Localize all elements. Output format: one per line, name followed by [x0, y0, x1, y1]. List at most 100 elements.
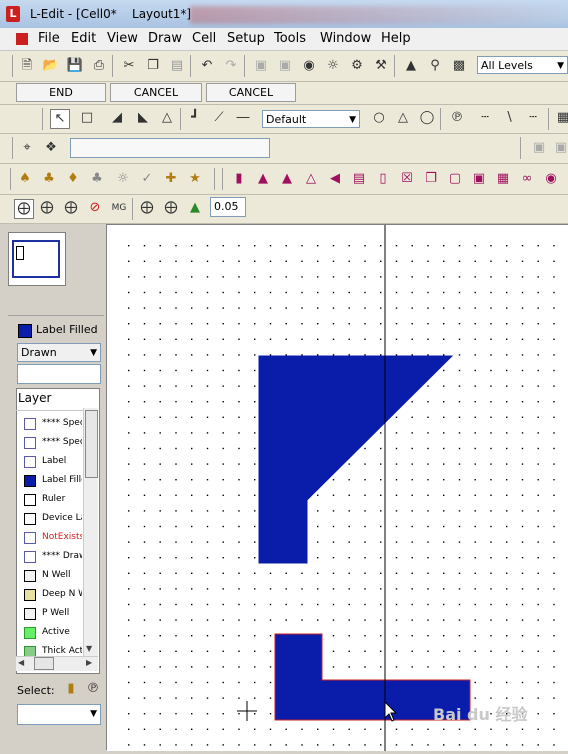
ruler-icon[interactable]: ┄ [476, 109, 494, 127]
polygon-tool-icon[interactable]: ◢ [108, 109, 126, 127]
layer-name[interactable]: Active [42, 627, 82, 637]
menu-draw[interactable]: Draw [148, 31, 182, 46]
menu-view[interactable]: View [107, 31, 138, 46]
eye-icon[interactable]: ◉ [542, 170, 560, 188]
cancel-button-2[interactable]: CANCEL [206, 83, 296, 102]
network-icon[interactable]: ▦ [494, 170, 512, 188]
box2-icon[interactable]: ▣ [276, 57, 294, 75]
boolean2-icon[interactable]: ▣ [552, 139, 568, 157]
redo-icon[interactable]: ↷ [222, 57, 240, 75]
layer-icon[interactable]: ▮ [230, 170, 248, 188]
split-icon[interactable]: ▯ [374, 170, 392, 188]
select-arrow-icon[interactable]: ↖ [50, 109, 70, 129]
menu-edit[interactable]: Edit [71, 31, 96, 46]
layers-icon[interactable]: ▩ [450, 57, 468, 75]
scroll-right-icon[interactable]: ▶ [86, 658, 92, 667]
layer-name[interactable]: Label [42, 456, 82, 466]
align-icon[interactable]: ✚ [162, 170, 180, 188]
find-icon[interactable]: ☼ [324, 57, 342, 75]
flip-icon[interactable]: ▲ [278, 170, 296, 188]
elephant-icon[interactable]: ♣ [88, 170, 106, 188]
scroll-left-icon[interactable]: ◀ [18, 658, 24, 667]
layer-list-hscroll-thumb[interactable] [34, 657, 54, 670]
layer-name[interactable]: Ruler [42, 494, 82, 504]
style-select[interactable]: Default ▼ [262, 110, 360, 128]
canvas-svg[interactable]: Bai du 经验 [107, 225, 568, 751]
layout-canvas[interactable]: Bai du 经验 [107, 224, 568, 751]
ruler-ticks-icon[interactable]: ┄ [524, 109, 542, 127]
box-tool-icon[interactable]: □ [78, 109, 96, 127]
diagonal-wire-icon[interactable]: ⟋ [210, 109, 228, 127]
draw-mode-select[interactable]: Drawn ▼ [17, 343, 101, 362]
triangle-tool-icon[interactable]: △ [158, 109, 176, 127]
grid-icon[interactable]: ▦ [554, 109, 568, 127]
levels-select[interactable]: All Levels ▼ [477, 56, 568, 74]
menu-tools[interactable]: Tools [274, 31, 306, 46]
circle-tool-icon[interactable]: ○ [370, 109, 388, 127]
layer-name[interactable]: **** Drawn [42, 551, 82, 561]
flatten-icon[interactable]: ♦ [64, 170, 82, 188]
ruler-diagonal-icon[interactable]: ∖ [500, 109, 518, 127]
open-folder-icon[interactable]: 📂 [42, 57, 60, 75]
layer-name[interactable]: Thick Active [42, 646, 82, 656]
box-icon[interactable]: ▣ [252, 57, 270, 75]
ungroup-icon[interactable]: ▢ [446, 170, 464, 188]
crosshair-icon[interactable]: ⌖ [18, 139, 36, 157]
snap-layer-icon[interactable]: ▲ [186, 199, 204, 217]
boolean-icon[interactable]: ▣ [530, 139, 548, 157]
merge-icon[interactable]: ▣ [470, 170, 488, 188]
binoculars-icon[interactable]: ◉ [300, 57, 318, 75]
check-icon[interactable]: ✓ [138, 170, 156, 188]
snap-all-icon[interactable]: ⨁ [162, 199, 180, 217]
node-select-icon[interactable]: ❖ [42, 139, 60, 157]
wire-tool-icon[interactable]: ┛ [186, 109, 204, 127]
link-icon[interactable]: ∞ [518, 170, 536, 188]
print-icon[interactable]: ⎙ [90, 57, 108, 75]
cut-icon[interactable]: ✂ [120, 57, 138, 75]
bulb-icon[interactable]: ☼ [114, 170, 132, 188]
no-snap-icon[interactable]: ⊘ [86, 199, 104, 217]
menu-cell[interactable]: Cell [192, 31, 216, 46]
copy-icon[interactable]: ❐ [144, 57, 162, 75]
save-icon[interactable]: 💾 [66, 57, 84, 75]
layer-name[interactable]: NotExists [42, 532, 82, 542]
layer-name[interactable]: N Well [42, 570, 82, 580]
paste-icon[interactable]: ▤ [168, 57, 186, 75]
zoom-icon[interactable]: ⚲ [426, 57, 444, 75]
menu-file[interactable]: File [38, 31, 60, 46]
layer-name[interactable]: Device Labels [42, 513, 82, 523]
snap-value-field[interactable]: 0.05 [210, 197, 246, 217]
layer-list-scroll-thumb[interactable] [85, 410, 98, 478]
snap-center-icon[interactable]: ⨁ [138, 199, 156, 217]
hierarchy-icon[interactable]: ▲ [402, 57, 420, 75]
snap-vertex-icon[interactable]: ⨁ [38, 199, 56, 217]
layer-name[interactable]: **** Special [42, 418, 82, 428]
menu-setup[interactable]: Setup [227, 31, 265, 46]
group-icon[interactable]: ❐ [422, 170, 440, 188]
end-button[interactable]: END [16, 83, 106, 102]
app-icon[interactable]: L [6, 6, 20, 22]
cancel-button[interactable]: CANCEL [110, 83, 202, 102]
layer-name[interactable]: **** Special [42, 437, 82, 447]
select-text-icon[interactable]: ℗ [84, 680, 102, 698]
mirror-icon[interactable]: ▲ [254, 170, 272, 188]
document-icon[interactable] [16, 33, 28, 45]
snap-grid-icon[interactable]: ⨁ [14, 199, 34, 219]
select-dropdown[interactable]: ▼ [17, 704, 101, 725]
text-label-icon[interactable]: ℗ [448, 109, 466, 127]
undo-icon[interactable]: ↶ [198, 57, 216, 75]
menu-help[interactable]: Help [381, 31, 411, 46]
rotate-icon[interactable]: ◀ [326, 170, 344, 188]
layer-name[interactable]: Label Filled [42, 475, 82, 485]
magic-icon[interactable]: ★ [186, 170, 204, 188]
layer-name[interactable]: Deep N Well [42, 589, 82, 599]
delete-box-icon[interactable]: ☒ [398, 170, 416, 188]
instance-icon[interactable]: ♠ [16, 170, 34, 188]
node-field[interactable] [70, 138, 270, 158]
pie-tool-icon[interactable]: △ [394, 109, 412, 127]
torus-tool-icon[interactable]: ◯ [418, 109, 436, 127]
scroll-down-icon[interactable]: ▼ [86, 644, 92, 653]
snap-edge-icon[interactable]: ⨁ [62, 199, 80, 217]
layer-name[interactable]: P Well [42, 608, 82, 618]
layer-filter-input[interactable] [17, 364, 101, 384]
